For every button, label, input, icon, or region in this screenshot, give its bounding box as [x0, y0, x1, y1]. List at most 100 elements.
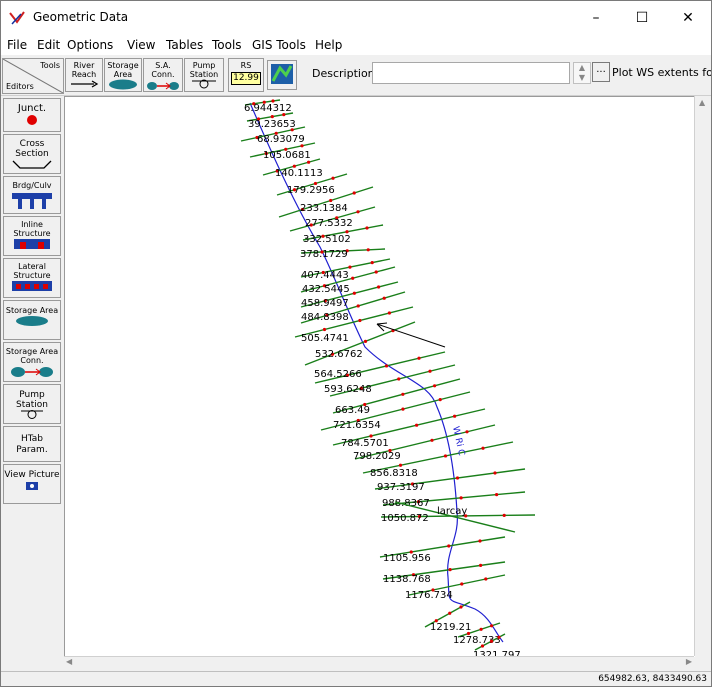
- bank-station-point: [363, 339, 368, 343]
- status-bar: 654982.63, 8433490.63: [1, 671, 711, 686]
- bank-station-point: [479, 627, 483, 631]
- menu-gis-tools[interactable]: GIS Tools: [252, 38, 306, 52]
- gis-map-button[interactable]: [267, 60, 297, 90]
- scroll-up-arrow-icon[interactable]: ▲: [699, 98, 705, 107]
- cross-section-label: 68.93079: [257, 134, 305, 145]
- junct-button[interactable]: Junct.: [3, 98, 61, 132]
- cross-section-label: 721.6354: [333, 420, 381, 431]
- cross-section-label: 1105.956: [383, 553, 431, 564]
- menu-tools[interactable]: Tools: [212, 38, 242, 52]
- storage-area-button[interactable]: Storage Area: [104, 58, 142, 92]
- bank-station-point: [377, 285, 381, 289]
- geometry-canvas[interactable]: 6.944312 39.23653 68.93079 105.0681 140.1113…: [64, 96, 695, 661]
- menu-help[interactable]: Help: [315, 38, 342, 52]
- storage-area-icon: [109, 79, 137, 90]
- cross-section-label: 1138.768: [383, 574, 431, 585]
- minimize-button[interactable]: –: [573, 1, 619, 35]
- horizontal-scrollbar[interactable]: ◀ ▶: [64, 656, 694, 671]
- bank-station-point: [478, 539, 482, 543]
- menu-bar: File Edit Options View Tables Tools GIS …: [1, 35, 711, 55]
- cross-section-label: 233.1384: [300, 203, 348, 214]
- description-spinner[interactable]: ▲ ▼: [573, 62, 591, 84]
- stream-name-label: W Ri C: [450, 426, 466, 457]
- inline-structure-button[interactable]: Inline Structure: [3, 216, 61, 256]
- river-reach-button[interactable]: River Reach: [65, 58, 103, 92]
- cross-section-label: 432.5445: [302, 284, 350, 295]
- maximize-button[interactable]: ☐: [619, 1, 665, 35]
- bank-station-point: [345, 230, 349, 234]
- cross-section-label: 179.2956: [287, 185, 335, 196]
- bank-station-point: [484, 577, 488, 581]
- bank-station-point: [358, 318, 362, 323]
- htab-param-button[interactable]: HTab Param.: [3, 426, 61, 462]
- menu-tables[interactable]: Tables: [166, 38, 203, 52]
- junction-dot-icon: [27, 115, 37, 125]
- bank-station-point: [401, 392, 405, 396]
- bank-station-point: [331, 176, 335, 180]
- bank-station-point: [497, 635, 501, 639]
- bank-station-point: [356, 210, 360, 214]
- bank-station-point: [428, 369, 432, 373]
- bank-station-point: [448, 611, 452, 615]
- cross-section-label: 378.1729: [300, 249, 348, 260]
- storage-area-side-button[interactable]: Storage Area: [3, 300, 61, 340]
- bank-station-point: [401, 407, 405, 411]
- cross-section-label: 277.5332: [305, 218, 353, 229]
- description-browse-button[interactable]: ...: [592, 62, 610, 82]
- storage-area-side-icon: [16, 316, 48, 326]
- tools-editors-toggle[interactable]: Tools Editors: [2, 58, 64, 94]
- bank-station-point: [290, 128, 294, 132]
- pump-station-side-button[interactable]: Pump Station: [3, 384, 61, 424]
- hecras-app-icon: [9, 11, 25, 25]
- bank-station-point: [356, 304, 360, 308]
- sa-conn-label: S.A. Conn.: [151, 61, 175, 79]
- cross-section-button[interactable]: Cross Section: [3, 134, 61, 174]
- bridge-culvert-button[interactable]: Brdg/Culv: [3, 176, 61, 214]
- storage-area-conn-button[interactable]: Storage Area Conn.: [3, 342, 61, 382]
- bank-station-point: [384, 364, 389, 368]
- bank-station-point: [417, 356, 421, 360]
- bank-station-point: [352, 291, 356, 295]
- bank-station-point: [300, 144, 304, 148]
- bank-station-point: [489, 639, 494, 643]
- cross-section-label: 564.5266: [314, 369, 362, 380]
- toolbar: Tools Editors River Reach Storage Area S…: [1, 55, 711, 96]
- bank-station-point: [459, 496, 463, 500]
- cross-section-label: 6.944312: [244, 103, 292, 114]
- cross-section-label: 937.3197: [377, 482, 425, 493]
- cross-section-icon: [12, 160, 52, 169]
- cross-section-label: 484.8398: [301, 312, 349, 323]
- menu-file[interactable]: File: [7, 38, 27, 52]
- bank-station-point: [453, 414, 457, 418]
- bank-station-point: [465, 430, 469, 434]
- plot-ws-extents-checkbox[interactable]: Plot WS extents for P: [612, 66, 711, 79]
- sa-conn-button[interactable]: S.A. Conn.: [143, 58, 183, 92]
- menu-edit[interactable]: Edit: [37, 38, 60, 52]
- scroll-left-arrow-icon[interactable]: ◀: [66, 657, 72, 666]
- river-schematic[interactable]: 6.944312 39.23653 68.93079 105.0681 140.1113…: [65, 97, 695, 661]
- menu-view[interactable]: View: [127, 38, 155, 52]
- pump-station-side-label: Pump Station: [16, 390, 48, 410]
- bank-station-point: [374, 270, 378, 274]
- bank-station-point: [438, 398, 442, 402]
- scroll-right-arrow-icon[interactable]: ▶: [686, 657, 692, 666]
- lateral-structure-button[interactable]: Lateral Structure: [3, 258, 61, 298]
- bank-station-point: [502, 513, 506, 517]
- view-picture-button[interactable]: View Picture: [3, 464, 61, 504]
- rs-button[interactable]: RS 12.99: [228, 58, 264, 92]
- close-button[interactable]: ✕: [665, 1, 711, 35]
- storage-area-side-label: Storage Area: [5, 306, 59, 315]
- vertical-scrollbar[interactable]: ▲: [694, 96, 711, 656]
- bank-station-point: [366, 248, 370, 252]
- bank-station-point: [322, 327, 327, 332]
- cross-section-label: 593.6248: [324, 384, 372, 395]
- description-field[interactable]: [372, 62, 570, 84]
- cross-section-label: 663.49: [335, 405, 370, 416]
- editors-tab-label: Editors: [6, 82, 34, 91]
- bank-station-point: [479, 563, 483, 567]
- cross-section-label: 1050.872: [381, 513, 429, 524]
- menu-options[interactable]: Options: [67, 38, 113, 52]
- pump-station-button[interactable]: Pump Station: [184, 58, 224, 92]
- bank-station-point: [397, 377, 401, 381]
- cross-section-label: 105.0681: [263, 150, 311, 161]
